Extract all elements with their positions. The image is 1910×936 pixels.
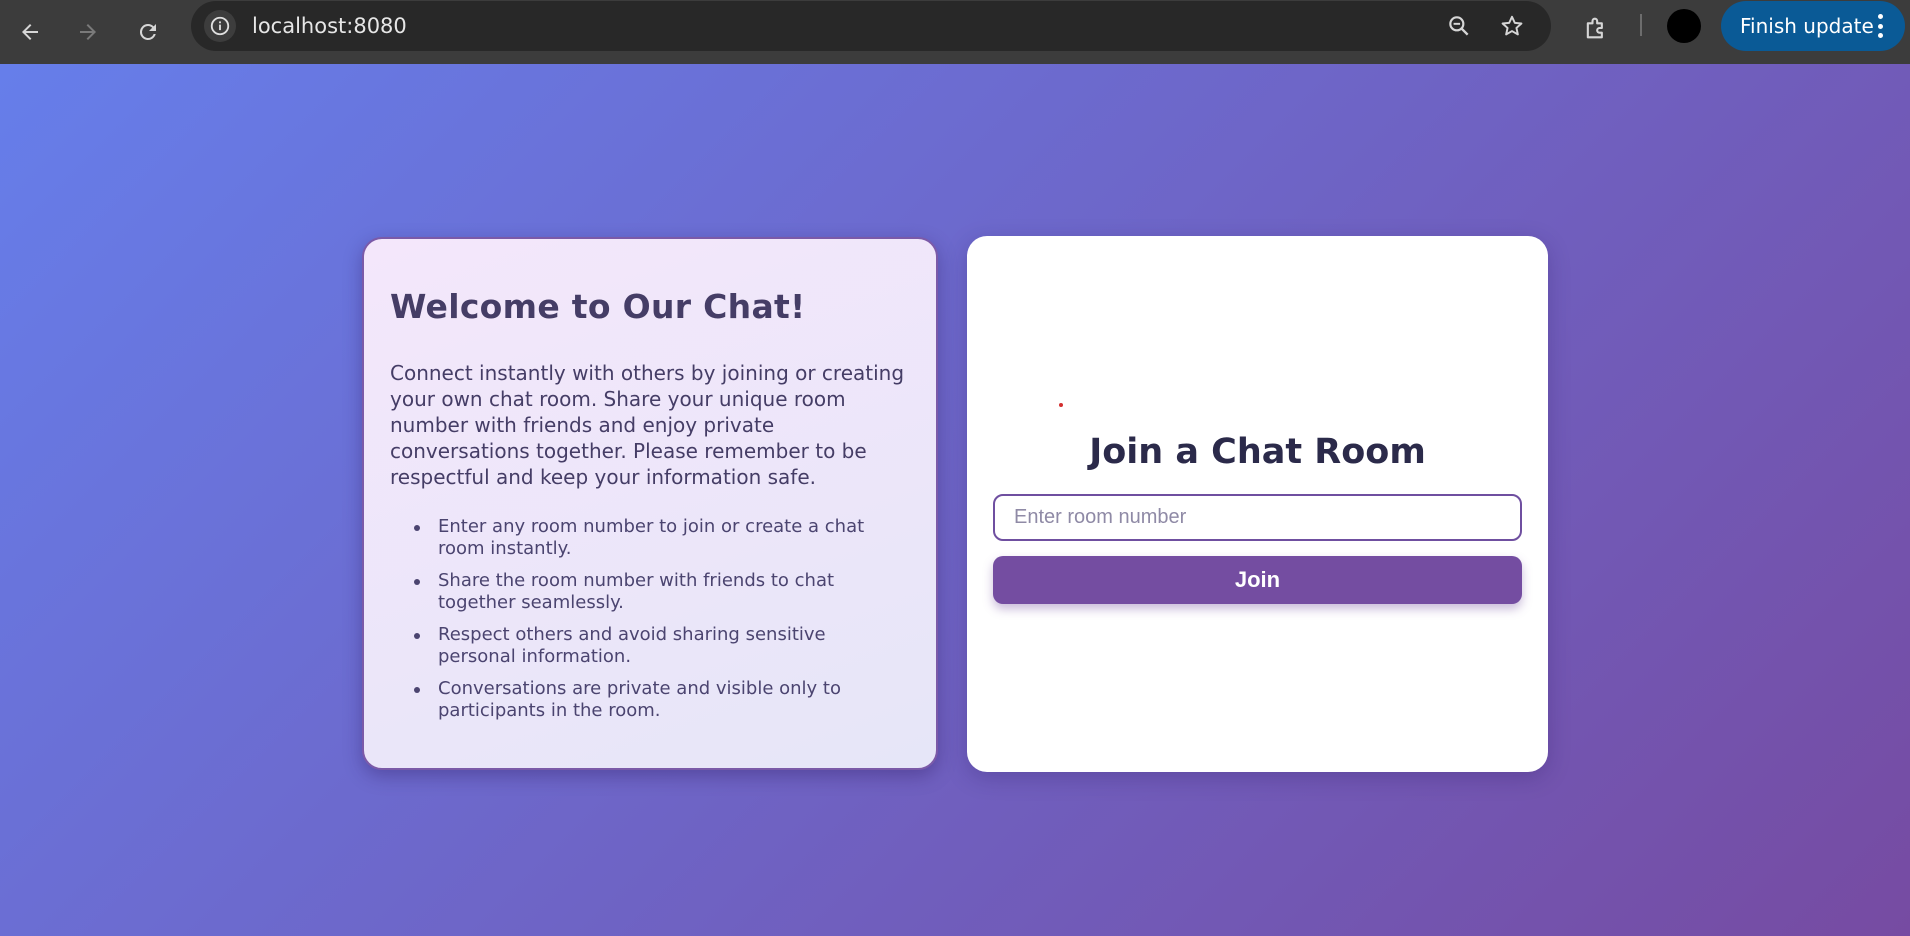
reload-button[interactable] [128, 12, 168, 52]
avatar[interactable] [1667, 9, 1701, 43]
join-room-card: Join a Chat Room Join [967, 236, 1548, 772]
arrow-back-icon [22, 24, 38, 40]
url-text[interactable]: localhost:8080 [252, 14, 407, 38]
toolbar-divider [1640, 14, 1642, 36]
info-icon[interactable] [204, 10, 236, 42]
address-bar[interactable]: localhost:8080 [191, 1, 1551, 51]
list-item: Conversations are private and visible on… [414, 678, 908, 722]
reload-icon [139, 23, 156, 40]
forward-button[interactable] [68, 12, 108, 52]
star-icon[interactable] [1498, 12, 1526, 40]
finish-update-label: Finish update [1740, 14, 1874, 38]
cursor-dot [1059, 403, 1063, 407]
list-item: Respect others and avoid sharing sensiti… [414, 624, 908, 668]
puzzle-icon[interactable] [1580, 12, 1612, 44]
list-item: Share the room number with friends to ch… [414, 570, 908, 614]
back-button[interactable] [10, 12, 50, 52]
page-viewport: Welcome to Our Chat! Connect instantly w… [0, 64, 1910, 936]
guidelines-list: Enter any room number to join or create … [390, 516, 908, 722]
welcome-title: Welcome to Our Chat! [390, 287, 806, 326]
finish-update-button[interactable]: Finish update [1721, 1, 1905, 51]
welcome-description: Connect instantly with others by joining… [390, 361, 905, 489]
browser-toolbar: localhost:8080 Finish update [0, 0, 1910, 64]
zoom-icon[interactable] [1445, 12, 1473, 40]
join-title: Join a Chat Room [1089, 432, 1426, 472]
kebab-menu-icon[interactable] [1877, 14, 1883, 38]
arrow-forward-icon [80, 24, 96, 40]
welcome-card: Welcome to Our Chat! Connect instantly w… [362, 237, 938, 770]
room-number-input[interactable] [993, 494, 1522, 541]
join-button[interactable]: Join [993, 556, 1522, 604]
list-item: Enter any room number to join or create … [414, 516, 908, 560]
